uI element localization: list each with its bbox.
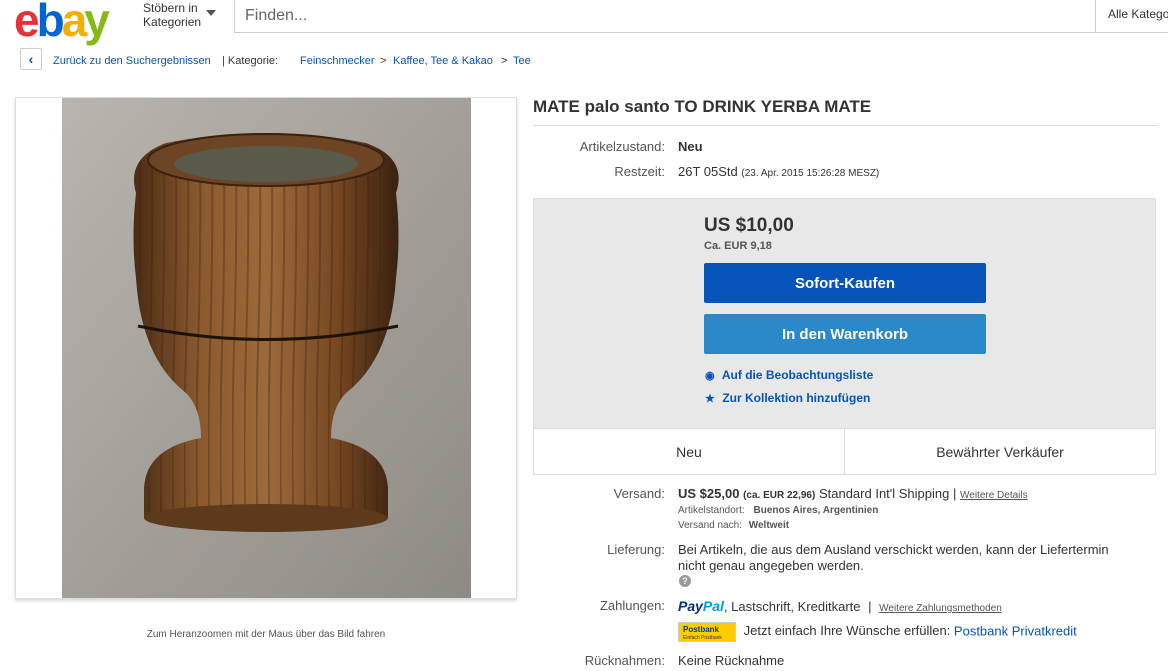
- chevron-down-icon[interactable]: [206, 10, 216, 16]
- item-price: US $10,00: [704, 215, 794, 236]
- postbank-logo[interactable]: Postbank Einfach Postbank: [678, 622, 736, 642]
- back-to-results-link[interactable]: Zurück zu den Suchergebnissen: [53, 55, 211, 67]
- breadcrumb-item-feinschmecker[interactable]: Feinschmecker: [300, 55, 375, 67]
- breadcrumb-separator: >: [501, 55, 508, 67]
- paypal-logo: PayPal: [678, 598, 724, 614]
- delivery-label: Lieferung:: [607, 542, 665, 557]
- zoom-hint: Zum Heranzoomen mit der Maus über das Bi…: [146, 629, 386, 640]
- feature-row: Neu Bewährter Verkäufer: [534, 428, 1155, 474]
- condition-value: Neu: [678, 139, 703, 154]
- shipping-value: US $25,00 (ca. EUR 22,96) Standard Int'l…: [678, 486, 1028, 501]
- search-input[interactable]: [234, 0, 1096, 33]
- shipping-details-link[interactable]: Weitere Details: [960, 490, 1028, 501]
- ebay-logo[interactable]: ebay: [14, 0, 110, 43]
- watchlist-link[interactable]: ◉ Auf die Beobachtungsliste: [705, 368, 873, 382]
- postbank-promo: Postbank Einfach Postbank Jetzt einfach I…: [678, 622, 1077, 642]
- end-date: (23. Apr. 2015 15:26:28 MESZ): [741, 168, 880, 179]
- returns-value: Keine Rücknahme: [678, 653, 785, 668]
- condition-label: Artikelzustand:: [579, 139, 665, 154]
- ships-to: Versand nach: Weltweit: [678, 520, 790, 531]
- star-icon: ★: [705, 393, 715, 405]
- breadcrumb-item-tee[interactable]: Tee: [513, 55, 531, 67]
- category-select[interactable]: Alle Katego: [1095, 0, 1168, 33]
- breadcrumb-separator: >: [380, 55, 387, 67]
- more-payment-methods-link[interactable]: Weitere Zahlungsmethoden: [879, 603, 1002, 614]
- breadcrumb-item-kaffee[interactable]: Kaffee, Tee & Kakao: [393, 55, 493, 67]
- item-price-eur: Ca. EUR 9,18: [704, 240, 772, 252]
- category-label: | Kategorie:: [222, 55, 279, 67]
- add-to-cart-button[interactable]: In den Warenkorb: [704, 314, 986, 354]
- item-location: Artikelstandort: Buenos Aires, Argentini…: [678, 505, 879, 516]
- back-arrow-icon[interactable]: ‹: [20, 48, 42, 70]
- time-left-label: Restzeit:: [614, 164, 665, 179]
- delivery-text: Bei Artikeln, die aus dem Ausland versch…: [678, 542, 1109, 573]
- product-image-frame[interactable]: [15, 97, 517, 599]
- buy-now-button[interactable]: Sofort-Kaufen: [704, 263, 986, 303]
- help-icon[interactable]: ?: [679, 575, 691, 587]
- payment-label: Zahlungen:: [599, 598, 665, 613]
- payment-methods: PayPal, Lastschrift, Kreditkarte | Weite…: [678, 598, 1002, 614]
- feature-trusted-seller: Bewährter Verkäufer: [844, 429, 1155, 474]
- eye-icon: ◉: [705, 370, 715, 382]
- collection-link[interactable]: ★ Zur Kollektion hinzufügen: [705, 391, 870, 405]
- postbank-credit-link[interactable]: Postbank Privatkredit: [954, 623, 1077, 638]
- product-image: [62, 98, 471, 598]
- title-divider: [533, 125, 1158, 126]
- returns-label: Rücknahmen:: [584, 653, 665, 668]
- time-left-value: 26T 05Std (23. Apr. 2015 15:26:28 MESZ): [678, 164, 880, 179]
- shipping-label: Versand:: [613, 486, 665, 501]
- browse-categories-button[interactable]: Stöbern in Kategorien: [143, 1, 201, 29]
- feature-new: Neu: [676, 444, 702, 460]
- item-title: MATE palo santo TO DRINK YERBA MATE: [533, 97, 872, 116]
